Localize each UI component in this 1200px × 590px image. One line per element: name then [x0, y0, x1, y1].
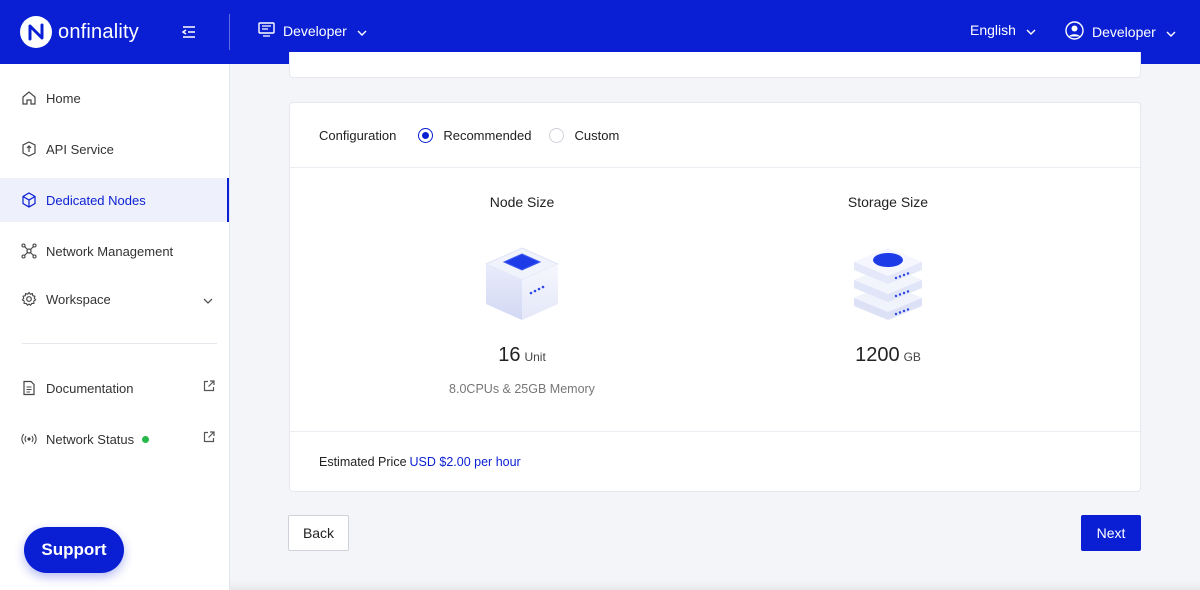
node-server-icon — [482, 240, 562, 325]
configuration-card: Configuration Recommended Custom Node Si… — [289, 102, 1141, 492]
sidebar-item-home[interactable]: Home — [0, 76, 229, 120]
external-link-icon — [203, 380, 215, 395]
language-label: English — [970, 22, 1016, 38]
storage-size-title: Storage Size — [847, 194, 929, 210]
storage-size-unit: GB — [903, 350, 921, 364]
chevron-down-icon — [203, 292, 213, 307]
workspace-label: Developer — [283, 23, 347, 39]
chevron-down-icon — [1026, 22, 1036, 38]
user-menu[interactable]: Developer — [1065, 21, 1176, 43]
support-button[interactable]: Support — [24, 527, 124, 573]
sidebar-divider — [22, 343, 217, 344]
back-button[interactable]: Back — [288, 515, 349, 551]
estimated-price-row: Estimated Price USD $2.00 per hour — [290, 431, 1140, 492]
status-online-indicator — [142, 435, 150, 443]
sidebar-item-label: API Service — [46, 141, 114, 157]
chevron-down-icon — [357, 23, 367, 39]
workspace-selector[interactable]: Developer — [258, 22, 367, 40]
sidebar-item-network-status[interactable]: Network Status — [0, 417, 229, 461]
previous-section-card — [289, 52, 1141, 78]
radio-recommended[interactable]: Recommended — [418, 127, 532, 143]
sidebar-item-label: Documentation — [46, 380, 134, 396]
radio-label: Custom — [574, 127, 620, 143]
topbar-divider — [229, 14, 230, 50]
sidebar-item-dedicated-nodes[interactable]: Dedicated Nodes — [0, 178, 229, 222]
radio-label: Recommended — [443, 127, 532, 143]
brand-name: onfinality — [58, 20, 139, 43]
radio-checked-icon — [418, 127, 434, 143]
network-icon — [21, 243, 37, 259]
sidebar-item-label: Home — [46, 90, 81, 106]
sidebar-item-label: Network Management — [46, 243, 174, 259]
brand-logo[interactable]: onfinality — [20, 16, 139, 48]
radio-unchecked-icon — [549, 127, 565, 143]
sidebar-item-workspace[interactable]: Workspace — [0, 277, 229, 321]
node-size-number: 16 — [498, 344, 521, 366]
sidebar-item-network-management[interactable]: Network Management — [0, 229, 229, 273]
chevron-down-icon — [1166, 24, 1176, 40]
document-icon — [21, 380, 37, 396]
sidebar-item-label: Network Status — [46, 431, 135, 447]
next-button[interactable]: Next — [1081, 515, 1141, 551]
onfinality-logo-icon — [20, 16, 52, 48]
estimated-price-label: Estimated Price — [319, 455, 407, 469]
node-size-value: 16 Unit — [372, 344, 672, 367]
sidebar-item-documentation[interactable]: Documentation — [0, 366, 229, 410]
estimated-price-value: USD $2.00 per hour — [409, 455, 521, 469]
configuration-row: Configuration Recommended Custom — [290, 103, 1140, 168]
node-size-unit: Unit — [524, 350, 546, 364]
sidebar-item-label: Dedicated Nodes — [46, 192, 146, 208]
gear-icon — [21, 291, 37, 307]
storage-size-value: 1200 GB — [738, 344, 1038, 367]
sidebar-item-api-service[interactable]: API Service — [0, 127, 229, 171]
language-selector[interactable]: English — [970, 22, 1036, 38]
sidebar-item-label: Workspace — [46, 291, 111, 307]
home-icon — [21, 90, 37, 106]
bottom-fade — [230, 580, 1200, 590]
user-label: Developer — [1092, 24, 1156, 40]
radio-custom[interactable]: Custom — [549, 127, 620, 143]
collapse-menu-icon[interactable] — [181, 24, 197, 40]
cube-icon — [21, 192, 37, 208]
node-size-detail: 8.0CPUs & 25GB Memory — [449, 382, 595, 396]
broadcast-icon — [21, 431, 37, 447]
external-link-icon — [203, 431, 215, 446]
configuration-label: Configuration — [319, 127, 397, 143]
sidebar: Home API Service Dedicated Nodes Network… — [0, 64, 230, 590]
monitor-icon — [258, 22, 275, 40]
node-size-title: Node Size — [489, 194, 555, 210]
storage-size-number: 1200 — [855, 344, 900, 366]
user-avatar-icon — [1065, 21, 1084, 43]
api-icon — [21, 141, 37, 157]
storage-stack-icon — [848, 240, 928, 325]
